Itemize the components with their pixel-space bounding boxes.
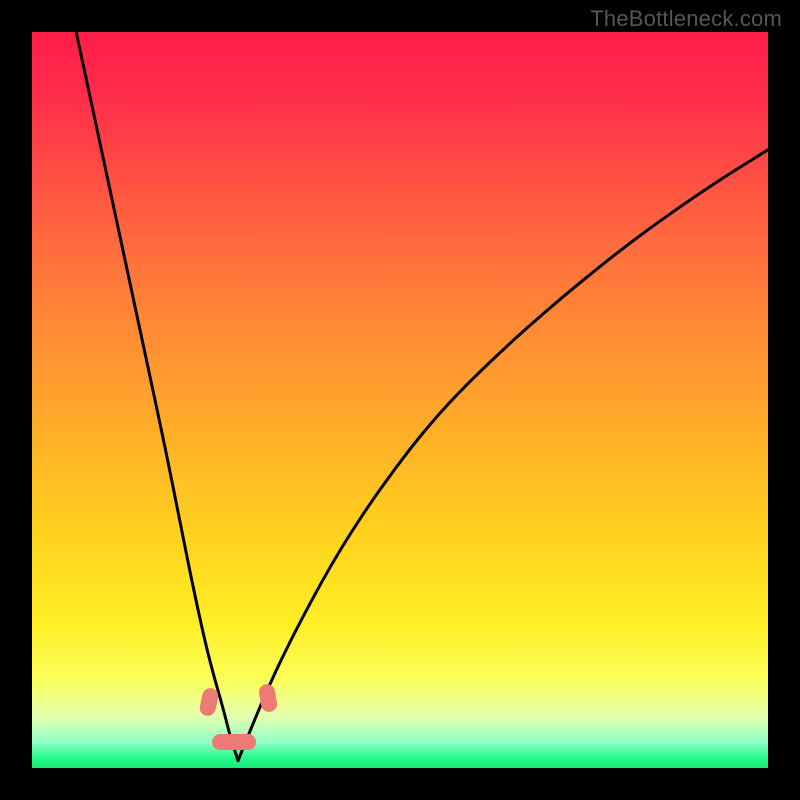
curve-layer (32, 32, 768, 768)
curve-left-branch (76, 32, 238, 761)
curve-right-branch (238, 150, 768, 761)
plot-area (32, 32, 768, 768)
canvas-frame: TheBottleneck.com (0, 0, 800, 800)
watermark-text: TheBottleneck.com (590, 6, 782, 32)
marker-bottom-horizontal (212, 734, 256, 750)
